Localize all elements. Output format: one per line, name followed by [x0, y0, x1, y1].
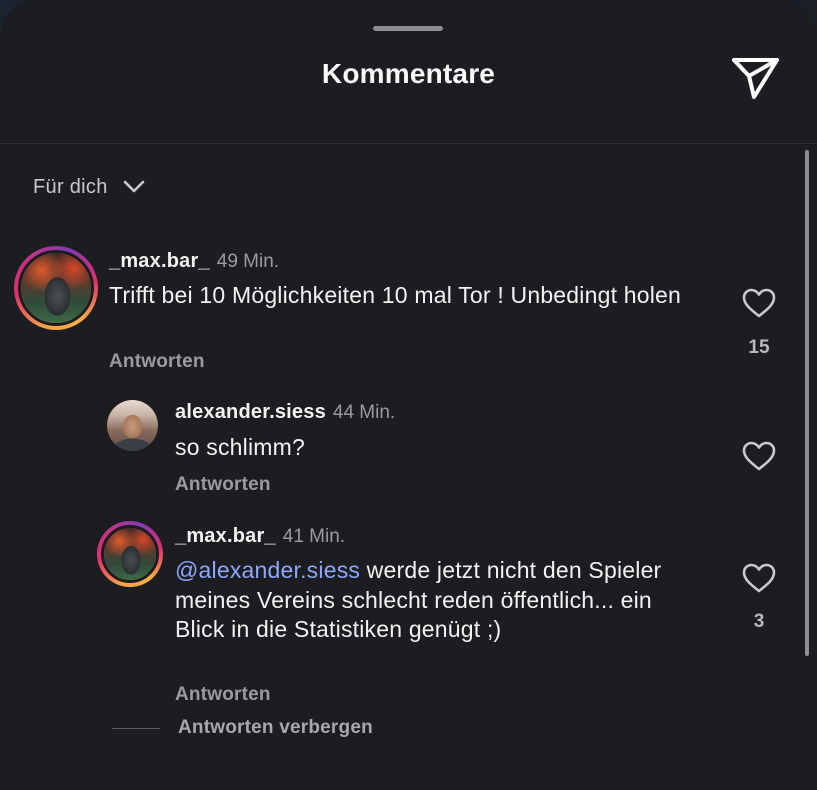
sheet-title: Kommentare [321, 58, 496, 89]
comment-time: 49 Min. [216, 251, 280, 272]
mention-link[interactable]: @alexander.siess [175, 557, 360, 583]
paper-plane-icon[interactable] [728, 52, 782, 102]
reply-button[interactable]: Antworten [109, 351, 205, 373]
comment-username[interactable]: alexander.siess [175, 401, 326, 423]
comment-username[interactable]: _max.bar_ [109, 250, 210, 272]
profile-photo [107, 400, 158, 451]
like-count: 3 [753, 611, 765, 632]
heart-icon[interactable] [741, 562, 777, 594]
profile-photo [21, 253, 91, 323]
reply-button[interactable]: Antworten [175, 684, 271, 706]
avatar[interactable] [14, 246, 98, 330]
comment-meta: alexander.siess 44 Min. [175, 401, 395, 424]
sheet-grabber-handle[interactable] [373, 26, 443, 31]
hide-replies-button[interactable]: Antworten verbergen [178, 717, 373, 739]
like-count: 15 [748, 337, 770, 358]
profile-photo [104, 528, 156, 580]
comment-username[interactable]: _max.bar_ [175, 525, 276, 547]
scrollbar[interactable] [805, 150, 809, 656]
replies-thread-line [112, 728, 160, 729]
avatar[interactable] [107, 400, 158, 451]
comments-sheet: Kommentare Für dich _max.bar_ 49 Min. Tri… [0, 0, 817, 790]
comment-meta: _max.bar_ 49 Min. [109, 250, 279, 273]
comment-time: 44 Min. [332, 402, 396, 423]
heart-icon[interactable] [741, 440, 777, 472]
header-divider [0, 143, 817, 144]
comment-meta: _max.bar_ 41 Min. [175, 525, 345, 548]
sort-filter-dropdown[interactable]: Für dich [33, 172, 146, 202]
sort-filter-label: Für dich [33, 175, 108, 198]
comment-time: 41 Min. [282, 526, 346, 547]
reply-button[interactable]: Antworten [175, 474, 271, 496]
heart-icon[interactable] [741, 287, 777, 319]
comment-text: @alexander.siess werde jetzt nicht den S… [175, 556, 675, 645]
avatar[interactable] [97, 521, 163, 587]
comment-text: Trifft bei 10 Möglichkeiten 10 mal Tor !… [109, 282, 682, 308]
comment-text: so schlimm? [175, 434, 306, 460]
chevron-down-icon [123, 180, 144, 193]
